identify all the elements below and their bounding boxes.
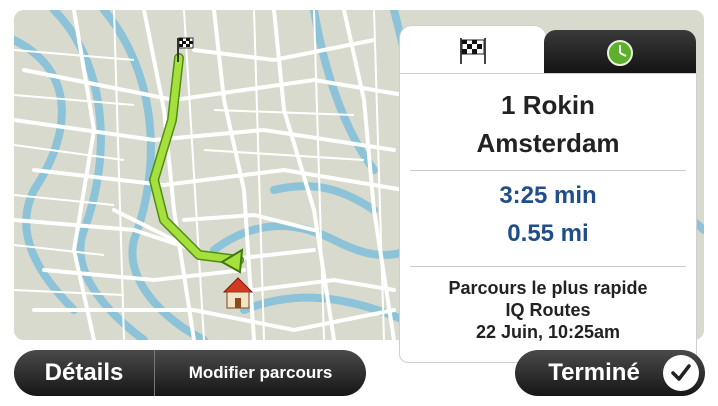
checkered-flag-icon [460,38,486,64]
address-street: 1 Rokin [501,90,595,120]
modify-route-button[interactable]: Modifier parcours [155,350,366,396]
route-summary-screen: 1 Rokin Amsterdam 3:25 min 0.55 mi Parco… [0,0,718,406]
details-button[interactable]: Détails [14,350,155,396]
divider [410,266,686,267]
checkmark-icon [663,355,699,391]
bottom-button-group: Détails Modifier parcours [14,350,366,396]
done-label: Terminé [548,359,640,386]
tab-time[interactable] [544,30,696,76]
clock-icon [607,40,633,66]
travel-distance: 0.55 mi [507,220,589,247]
route-date-time: 22 Juin, 10:25am [475,322,621,342]
route-info-panel: 1 Rokin Amsterdam 3:25 min 0.55 mi Parco… [394,26,700,364]
divider [410,170,686,171]
done-button[interactable]: Terminé [515,350,705,396]
travel-time: 3:25 min [499,182,597,209]
route-source: IQ Routes [505,300,591,320]
route-details-card: 1 Rokin Amsterdam 3:25 min 0.55 mi Parco… [400,74,696,362]
route-type: Parcours le plus rapide [448,278,648,298]
address-city: Amsterdam [476,128,620,158]
tab-destination[interactable] [400,26,546,76]
